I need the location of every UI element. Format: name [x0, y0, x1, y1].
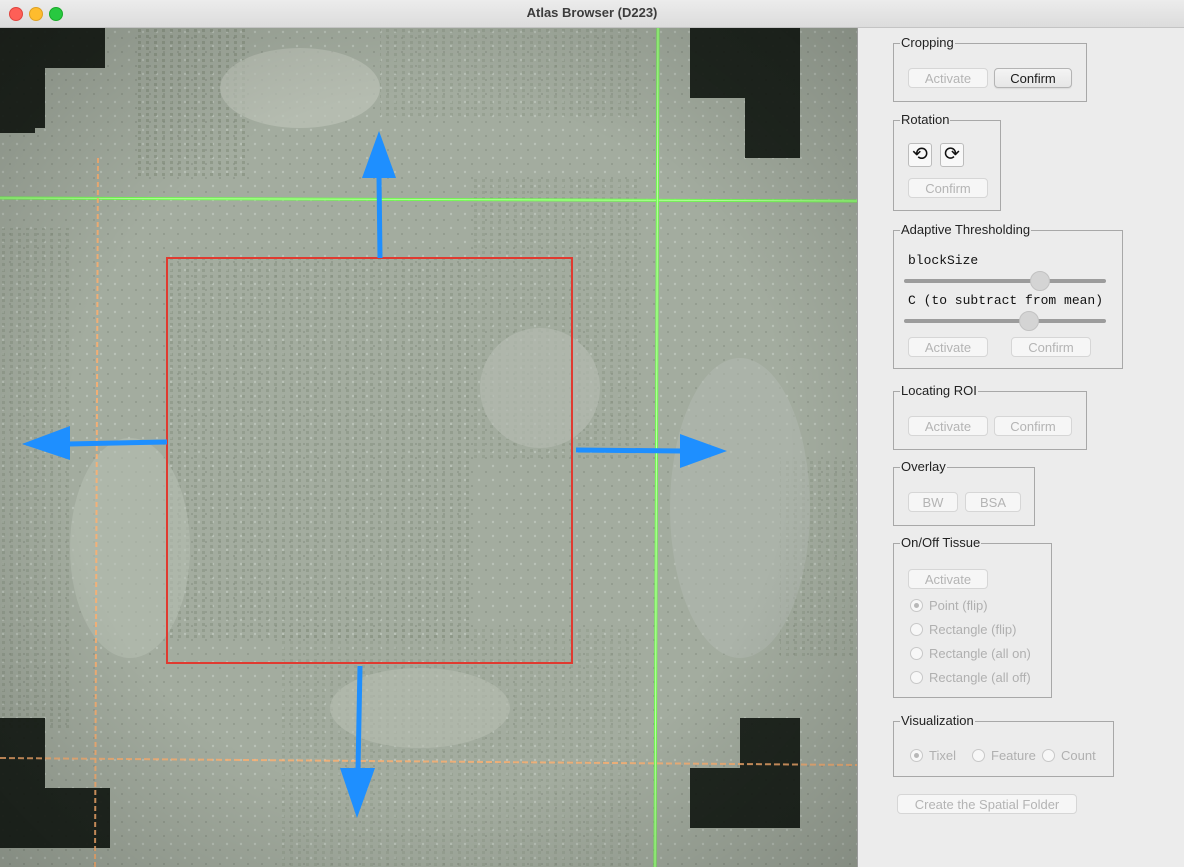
image-canvas[interactable] — [0, 28, 857, 867]
roi-confirm-button[interactable]: Confirm — [994, 416, 1072, 436]
cropping-activate-button[interactable]: Activate — [908, 68, 988, 88]
radio-rectangle-flip[interactable]: Rectangle (flip) — [910, 621, 1016, 637]
radio-feature[interactable]: Feature — [972, 747, 1036, 763]
blocksize-label: blockSize — [908, 253, 979, 268]
radio-indicator — [910, 598, 923, 612]
radio-label: Rectangle (all on) — [929, 645, 1031, 661]
overlay-label: Overlay — [900, 459, 947, 475]
thresholding-confirm-button[interactable]: Confirm — [1011, 337, 1091, 357]
overlay-bsa-button[interactable]: BSA — [965, 492, 1021, 512]
visualization-group: Visualization Tixel Feature Count — [893, 713, 1114, 777]
radio-indicator — [910, 622, 923, 636]
blocksize-slider-thumb[interactable] — [1029, 271, 1050, 291]
arrow-down — [355, 665, 363, 771]
adaptive-thresholding-group: Adaptive Thresholding blockSize C (to su… — [893, 222, 1123, 369]
arrow-left — [67, 439, 168, 447]
radio-count[interactable]: Count — [1042, 747, 1096, 763]
overlay-group: Overlay BW BSA — [893, 459, 1035, 526]
locating-roi-group: Locating ROI Activate Confirm — [893, 383, 1087, 450]
thresholding-activate-button[interactable]: Activate — [908, 337, 988, 357]
overlay-bw-button[interactable]: BW — [908, 492, 958, 512]
c-label: C (to subtract from mean) — [908, 293, 1104, 308]
title-bar: Atlas Browser (D223) — [0, 0, 1184, 28]
radio-indicator — [910, 748, 923, 762]
radio-label: Rectangle (flip) — [929, 621, 1017, 637]
cropping-confirm-button[interactable]: Confirm — [994, 68, 1072, 88]
radio-rectangle-all-on[interactable]: Rectangle (all on) — [910, 645, 1031, 661]
arrow-up — [376, 175, 383, 259]
roi-activate-button[interactable]: Activate — [908, 416, 988, 436]
radio-indicator — [972, 748, 985, 762]
c-slider-track[interactable] — [904, 319, 1106, 323]
radio-label: Feature — [991, 747, 1036, 763]
create-spatial-folder-button[interactable]: Create the Spatial Folder — [897, 794, 1077, 814]
rotation-confirm-button[interactable]: Confirm — [908, 178, 988, 198]
control-panel: Cropping Activate Confirm Rotation ⟲ ⟳ C… — [858, 28, 1184, 867]
window-title: Atlas Browser (D223) — [526, 5, 658, 20]
rotation-group: Rotation ⟲ ⟳ Confirm — [893, 112, 1001, 211]
rotate-cw-icon[interactable]: ⟳ — [940, 143, 964, 167]
radio-indicator — [910, 646, 923, 660]
radio-tixel[interactable]: Tixel — [910, 747, 956, 763]
radio-label: Count — [1061, 747, 1096, 763]
radio-rectangle-all-off[interactable]: Rectangle (all off) — [910, 669, 1031, 685]
on-off-tissue-group: On/Off Tissue Activate Point (flip) Rect… — [893, 535, 1052, 698]
cropping-label: Cropping — [900, 35, 955, 51]
rotate-ccw-icon[interactable]: ⟲ — [908, 143, 932, 167]
on-off-tissue-label: On/Off Tissue — [900, 535, 982, 551]
cropping-group: Cropping Activate Confirm — [893, 35, 1087, 102]
radio-indicator — [1042, 748, 1055, 762]
arrow-right — [575, 447, 683, 454]
microscope-image[interactable] — [0, 28, 857, 867]
blocksize-slider-track[interactable] — [904, 279, 1106, 283]
visualization-label: Visualization — [900, 713, 975, 729]
radio-indicator — [910, 670, 923, 684]
radio-label: Tixel — [929, 747, 956, 763]
radio-label: Point (flip) — [929, 597, 988, 613]
radio-label: Rectangle (all off) — [929, 669, 1031, 685]
adaptive-thresholding-label: Adaptive Thresholding — [900, 222, 1032, 238]
c-slider-thumb[interactable] — [1018, 311, 1039, 331]
locating-roi-label: Locating ROI — [900, 383, 978, 399]
tissue-activate-button[interactable]: Activate — [908, 569, 988, 589]
radio-point-flip[interactable]: Point (flip) — [910, 597, 988, 613]
rotation-label: Rotation — [900, 112, 951, 128]
